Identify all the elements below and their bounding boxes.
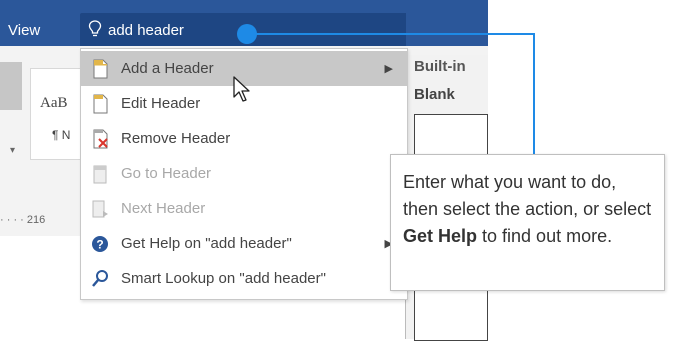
lightbulb-icon xyxy=(88,20,102,37)
menu-label: Go to Header xyxy=(121,165,212,182)
menu-label: Smart Lookup on "add header" xyxy=(121,270,326,287)
header-page-icon xyxy=(93,59,108,79)
help-icon: ? xyxy=(92,236,108,252)
tab-view[interactable]: View xyxy=(8,22,40,39)
menu-label: Remove Header xyxy=(121,130,231,147)
next-header-icon xyxy=(92,200,108,218)
menu-item-smart-lookup[interactable]: Smart Lookup on "add header" xyxy=(81,261,407,296)
ribbon-group-edge xyxy=(0,62,22,110)
gallery-blank-label: Blank xyxy=(414,86,455,103)
chevron-down-icon[interactable]: ▾ xyxy=(10,145,15,156)
tooltip-bold-text: Get Help xyxy=(403,226,478,246)
gallery-builtin-heading: Built-in xyxy=(414,58,466,75)
callout-tooltip: Enter what you want to do, then select t… xyxy=(390,154,665,291)
svg-text:?: ? xyxy=(96,238,103,252)
edit-header-icon xyxy=(93,94,108,114)
menu-label: Add a Header xyxy=(121,60,214,77)
tooltip-text: Enter what you want to do, then select t… xyxy=(403,172,652,219)
menu-label: Next Header xyxy=(121,200,206,217)
menu-item-remove-header[interactable]: Remove Header xyxy=(81,121,407,156)
menu-item-next-header: Next Header xyxy=(81,191,407,226)
style-sample-text: AaB xyxy=(40,95,68,111)
menu-label: Get Help on "add header" xyxy=(121,235,292,252)
menu-item-get-help[interactable]: ? Get Help on "add header" ▶ xyxy=(81,226,407,261)
search-input[interactable]: add header xyxy=(108,22,184,39)
submenu-arrow-icon: ▶ xyxy=(384,63,393,75)
tooltip-text-end: to find out more. xyxy=(477,226,613,246)
mouse-pointer-icon xyxy=(233,76,250,102)
smart-lookup-icon xyxy=(92,270,108,287)
remove-header-icon xyxy=(93,129,108,149)
menu-label: Edit Header xyxy=(121,95,201,112)
callout-line xyxy=(256,33,535,35)
menu-item-go-to-header: Go to Header xyxy=(81,156,407,191)
callout-dot xyxy=(237,24,257,44)
style-normal-text: ¶ N xyxy=(52,128,71,142)
go-to-header-icon xyxy=(93,165,107,184)
ruler: · · · · 216 xyxy=(0,214,46,226)
callout-line xyxy=(533,33,535,155)
